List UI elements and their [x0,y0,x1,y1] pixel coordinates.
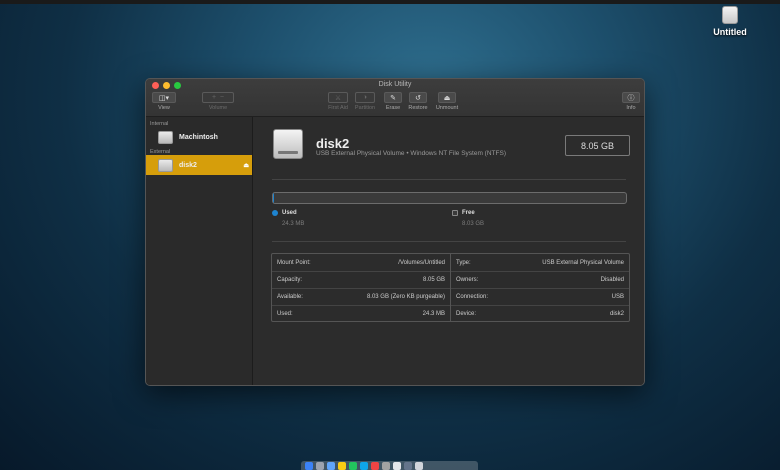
info-value: 24.3 MB [422,311,445,317]
folder-icon[interactable] [404,462,412,470]
volume-label: Volume [208,105,228,111]
legend-free: Free [452,210,475,216]
stethoscope-icon: ⚔ [328,92,348,103]
unmount-label: Unmount [435,105,459,111]
system-preferences-icon[interactable] [382,462,390,470]
launchpad-icon[interactable] [316,462,324,470]
erase-label: Erase [385,105,401,111]
desktop-drive-untitled[interactable]: Untitled [704,6,756,37]
info-left-column: Mount Point: /Volumes/Untitled Capacity: 8… [272,254,450,321]
info-label: Connection: [456,294,489,300]
erase-icon: ✎ [384,92,402,103]
safari-icon[interactable] [327,462,335,470]
free-dot [452,210,458,216]
used-value: 24.3 MB [282,221,305,227]
restore-label: Restore [408,105,428,111]
info-row: Used: 24.3 MB [272,305,450,322]
info-row: Type: USB External Physical Volume [451,254,629,271]
window-title: Disk Utility [378,81,412,88]
title-bar: Disk Utility ◫▾ View + − Volume ⚔ First … [146,79,644,117]
partition-button[interactable]: ◑ Partition [352,92,378,111]
partition-label: Partition [354,105,376,111]
info-row: Connection: USB [451,288,629,305]
info-value: USB [611,294,624,300]
menu-bar [0,0,780,4]
info-right-column: Type: USB External Physical Volume Owners… [450,254,629,321]
disk-utility-icon[interactable] [393,462,401,470]
info-value: /Volumes/Untitled [398,259,445,266]
free-label: Free [462,210,475,216]
info-value: disk2 [609,311,624,317]
desktop-drive-label: Untitled [713,27,747,37]
info-label: Used: [277,311,293,317]
disk-size-badge: 8.05 GB [565,135,630,156]
sidebar: Internal Machintosh External disk2 ⏏ [146,117,253,385]
first-aid-label: First Aid [328,105,348,111]
dock [301,461,478,470]
sidebar-item-label: disk2 [179,161,197,169]
info-row: Owners: Disabled [451,271,629,288]
divider [272,179,626,180]
erase-button[interactable]: ✎ Erase [382,92,404,111]
partition-icon: ◑ [355,92,375,103]
messages-icon[interactable] [349,462,357,470]
legend-used: Used [272,210,297,216]
info-value: USB External Physical Volume [542,259,624,266]
info-icon: ⓘ [622,92,640,103]
info-value: 8.05 GB [422,277,445,283]
disk-info-table: Mount Point: /Volumes/Untitled Capacity: 8… [271,253,630,322]
app-store-icon[interactable] [360,462,368,470]
free-value: 8.03 GB [462,221,485,227]
info-row: Mount Point: /Volumes/Untitled [272,254,450,271]
sidebar-item-disk2[interactable]: disk2 ⏏ [146,155,252,175]
restore-icon: ↺ [409,92,427,103]
view-menu[interactable]: ◫▾ View [151,92,177,111]
sidebar-item-label: Machintosh [179,133,218,141]
disk-utility-window: Disk Utility ◫▾ View + − Volume ⚔ First … [145,78,645,386]
restore-button[interactable]: ↺ Restore [405,92,431,111]
sidebar-toggle-icon: ◫▾ [152,92,176,103]
used-dot [272,210,278,216]
used-label: Used [282,210,297,216]
info-label: Device: [456,311,477,317]
info-label: Mount Point: [277,259,311,266]
sidebar-item-machintosh[interactable]: Machintosh [146,127,252,147]
info-row: Available: 8.03 GB (Zero KB purgeable) [272,288,450,305]
info-label: Info [626,105,636,111]
trash-icon[interactable] [415,462,423,470]
finder-icon[interactable] [305,462,313,470]
info-label: Capacity: [277,277,303,283]
divider [272,241,626,242]
disk-description: USB External Physical Volume • Windows N… [316,150,506,157]
info-row: Device: disk2 [451,305,629,322]
internal-disk-icon [158,130,173,144]
calendar-icon[interactable] [371,462,379,470]
usage-bar [272,192,627,204]
external-disk-icon [158,158,173,172]
info-row: Capacity: 8.05 GB [272,271,450,288]
unmount-button[interactable]: ⏏ Unmount [432,92,462,111]
plus-minus-icon: + − [202,92,234,103]
main-pane: disk2 USB External Physical Volume • Win… [254,117,644,385]
info-value: Disabled [600,277,624,283]
info-button[interactable]: ⓘ Info [620,92,642,111]
eject-icon: ⏏ [438,92,456,103]
info-label: Available: [277,294,303,300]
volume-button[interactable]: + − Volume [201,92,235,111]
usage-bar-used [273,193,275,203]
first-aid-button[interactable]: ⚔ First Aid [325,92,351,111]
external-drive-icon [722,6,738,24]
disk-name: disk2 [316,136,350,151]
view-label: View [158,105,170,111]
notes-icon[interactable] [338,462,346,470]
info-label: Owners: [456,277,479,283]
info-value: 8.03 GB (Zero KB purgeable) [366,294,445,300]
info-label: Type: [456,259,471,266]
eject-icon[interactable]: ⏏ [243,162,249,169]
disk-icon [273,129,303,159]
